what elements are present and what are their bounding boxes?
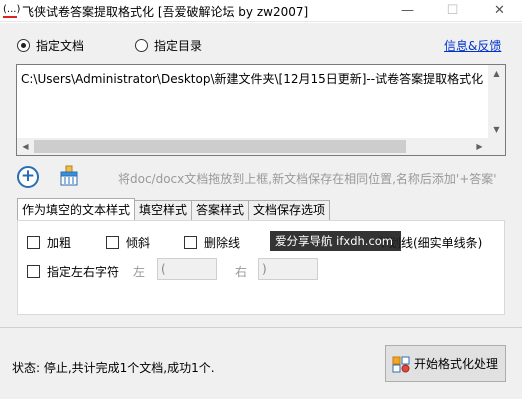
tab-blank-style[interactable]: 填空样式 — [134, 200, 193, 220]
radio-specify-document[interactable]: 指定文档 — [17, 37, 84, 54]
radio-specify-directory[interactable]: 指定目录 — [135, 37, 202, 54]
tab-answer-style[interactable]: 答案样式 — [191, 200, 250, 220]
checkbox-label: 倾斜 — [126, 236, 151, 250]
checkbox-bold[interactable]: 加粗 — [27, 234, 71, 251]
left-char-label: 左 — [133, 265, 146, 279]
checkbox-strikethrough[interactable]: 删除线 — [184, 234, 240, 251]
tab-save-options[interactable]: 文档保存选项 — [248, 200, 331, 220]
info-feedback-link[interactable]: 信息&反馈 — [444, 37, 501, 54]
checkbox-italic[interactable]: 倾斜 — [106, 234, 150, 251]
horizontal-scrollbar[interactable]: ◀ ▶ — [17, 138, 488, 155]
checkbox-label: 删除线 — [204, 236, 241, 250]
start-button-label: 开始格式化处理 — [414, 357, 499, 371]
scroll-thumb[interactable] — [34, 140, 406, 153]
vertical-scrollbar[interactable]: ▲ ▼ — [488, 65, 505, 155]
minimize-button[interactable]: — — [385, 0, 430, 22]
tab-strip: 作为填空的文本样式 填空样式 答案样式 文档保存选项 — [17, 198, 331, 220]
divider — [0, 327, 522, 328]
add-file-button[interactable]: + — [17, 166, 39, 188]
left-char-input[interactable]: ( — [157, 258, 217, 280]
clear-list-button[interactable] — [57, 164, 81, 188]
tab-panel-text-style: 加粗 倾斜 删除线 下划线(细实单线条) 爱分享导航 ifxdh.com 指定左… — [17, 220, 505, 315]
format-process-icon — [392, 356, 410, 372]
scroll-up-icon[interactable]: ▲ — [488, 65, 505, 82]
checkbox-icon — [27, 265, 40, 278]
status-text: 状态: 停止,共计完成1个文档,成功1个. — [12, 361, 215, 375]
scroll-right-icon[interactable]: ▶ — [471, 138, 488, 155]
checkbox-icon — [27, 236, 40, 249]
checkbox-icon — [106, 236, 119, 249]
window-title: 飞侠试卷答案提取格式化 [吾爱破解论坛 by zw2007] — [22, 5, 309, 19]
radio-label: 指定目录 — [154, 39, 203, 53]
file-path-list[interactable]: C:\Users\Administrator\Desktop\新建文件夹\[12… — [16, 64, 506, 156]
scroll-left-icon[interactable]: ◀ — [17, 138, 34, 155]
checkbox-label: 指定左右字符 — [47, 265, 120, 279]
radio-checked-icon — [17, 39, 30, 52]
watermark-overlay: 爱分享导航 ifxdh.com — [270, 231, 401, 251]
radio-unchecked-icon — [135, 39, 148, 52]
right-char-input[interactable]: ) — [258, 258, 318, 280]
scroll-down-icon[interactable]: ▼ — [488, 121, 505, 138]
radio-label: 指定文档 — [36, 39, 85, 53]
broom-clear-icon — [60, 165, 78, 186]
checkbox-left-right-chars[interactable]: 指定左右字符 — [27, 263, 119, 280]
maximize-button[interactable]: ☐ — [430, 0, 475, 22]
close-button[interactable]: ✕ — [477, 0, 522, 22]
start-format-button[interactable]: 开始格式化处理 — [385, 345, 506, 382]
drag-drop-hint: 将doc/docx文档拖放到上框,新文档保存在相同位置,名称后添加'+答案' — [118, 172, 497, 186]
tab-text-style[interactable]: 作为填空的文本样式 — [17, 198, 136, 220]
checkbox-label: 加粗 — [47, 236, 72, 250]
main-panel: 指定文档 指定目录 信息&反馈 C:\Users\Administrator\D… — [0, 23, 522, 399]
right-char-label: 右 — [235, 265, 248, 279]
title-bar: (...) 飞侠试卷答案提取格式化 [吾爱破解论坛 by zw2007] — ☐… — [0, 0, 522, 22]
app-icon: (...) — [3, 4, 21, 18]
file-path-entry[interactable]: C:\Users\Administrator\Desktop\新建文件夹\[12… — [21, 70, 483, 87]
plus-circle-icon: + — [20, 166, 36, 186]
checkbox-icon — [184, 236, 197, 249]
